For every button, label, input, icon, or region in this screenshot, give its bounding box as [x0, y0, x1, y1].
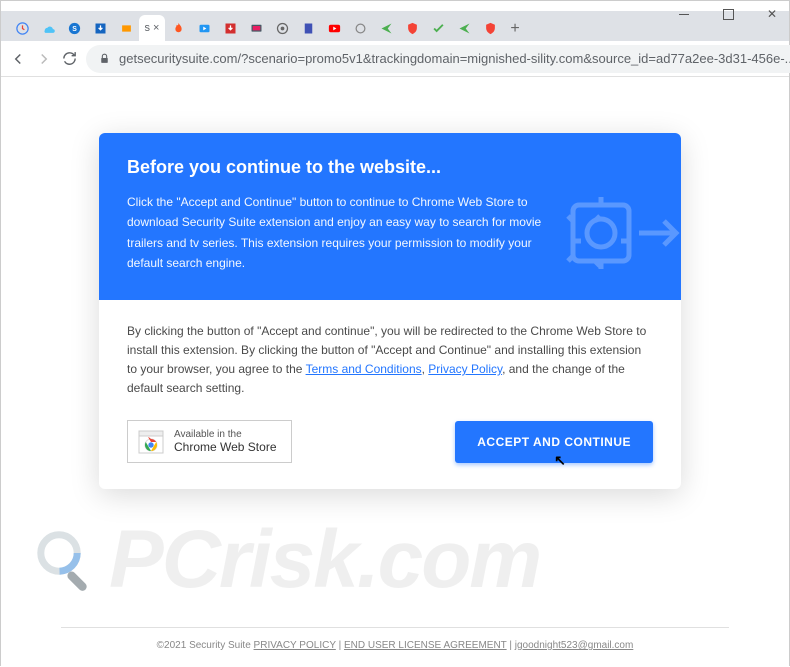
footer-eula-link[interactable]: END USER LICENSE AGREEMENT — [344, 640, 507, 651]
tab-favicon-note[interactable] — [295, 15, 321, 41]
new-tab-button[interactable]: + — [503, 17, 527, 41]
tab-favicon-dot1[interactable] — [347, 15, 373, 41]
tab-favicon-target[interactable] — [269, 15, 295, 41]
reload-button[interactable] — [61, 47, 78, 71]
footer-sep: | — [336, 640, 344, 651]
gear-arrow-icon — [561, 183, 681, 283]
tab-favicon-tv[interactable] — [243, 15, 269, 41]
modal-header: Before you continue to the website... Cl… — [99, 133, 681, 300]
footer-email-link[interactable]: jgoodnight523@gmail.com — [515, 640, 634, 651]
tab-favicon-s-blue[interactable]: S — [61, 15, 87, 41]
forward-button[interactable] — [35, 47, 53, 71]
tab-favicon-send-green[interactable] — [373, 15, 399, 41]
watermark-text: PCrisk.com — [109, 513, 540, 607]
tab-favicon-shield-red1[interactable] — [399, 15, 425, 41]
window-close-button[interactable] — [759, 4, 785, 24]
modal-footer: Available in the Chrome Web Store ACCEPT… — [99, 420, 681, 489]
modal-title: Before you continue to the website... — [127, 157, 653, 178]
footer-privacy-link[interactable]: PRIVACY POLICY — [254, 640, 336, 651]
privacy-link[interactable]: Privacy Policy — [428, 362, 502, 376]
tab-favicon-download-red[interactable] — [217, 15, 243, 41]
tab-favicon-youtube[interactable] — [321, 15, 347, 41]
tab-favicon-cloud[interactable] — [35, 15, 61, 41]
terms-link[interactable]: Terms and Conditions — [306, 362, 422, 376]
cws-store-label: Chrome Web Store — [174, 440, 277, 454]
modal-body: By clicking the button of "Accept and co… — [99, 300, 681, 421]
page-content: PCrisk.com Before you continue to the we… — [1, 77, 789, 667]
browser-toolbar: getsecuritysuite.com/?scenario=promo5v1&… — [1, 41, 789, 77]
footer-copyright: ©2021 Security Suite — [157, 640, 254, 651]
tab-active-label: s × — [145, 22, 160, 34]
tab-favicon-flame[interactable] — [165, 15, 191, 41]
accept-label: ACCEPT AND CONTINUE — [477, 435, 631, 449]
chrome-store-icon — [138, 430, 164, 454]
lock-icon — [98, 52, 111, 65]
footer-sep2: | — [507, 640, 515, 651]
window-maximize-button[interactable] — [715, 4, 741, 24]
consent-modal: Before you continue to the website... Cl… — [99, 133, 681, 489]
modal-intro: Click the "Accept and Continue" button t… — [127, 192, 557, 274]
url-text: getsecuritysuite.com/?scenario=promo5v1&… — [119, 51, 790, 66]
magnifier-icon — [31, 525, 101, 595]
address-bar[interactable]: getsecuritysuite.com/?scenario=promo5v1&… — [86, 45, 790, 73]
tab-favicon-play-blue[interactable] — [191, 15, 217, 41]
window-minimize-button[interactable] — [671, 4, 697, 24]
watermark: PCrisk.com — [31, 513, 540, 607]
tab-favicon-check-green[interactable] — [425, 15, 451, 41]
tab-favicon-send-green2[interactable] — [451, 15, 477, 41]
tab-active[interactable]: s × — [139, 15, 165, 41]
back-button[interactable] — [9, 47, 27, 71]
accept-continue-button[interactable]: ACCEPT AND CONTINUE ↖ — [455, 421, 653, 463]
svg-text:S: S — [72, 26, 77, 33]
tab-favicon-shield-red2[interactable] — [477, 15, 503, 41]
cursor-icon: ↖ — [554, 452, 566, 469]
chrome-web-store-badge[interactable]: Available in the Chrome Web Store — [127, 420, 292, 463]
tab-favicon-orange[interactable] — [113, 15, 139, 41]
tab-favicon-download-blue[interactable] — [87, 15, 113, 41]
tab-favicon-google[interactable] — [9, 15, 35, 41]
cws-available-label: Available in the — [174, 429, 242, 440]
page-footer: ©2021 Security Suite PRIVACY POLICY | EN… — [61, 627, 729, 651]
